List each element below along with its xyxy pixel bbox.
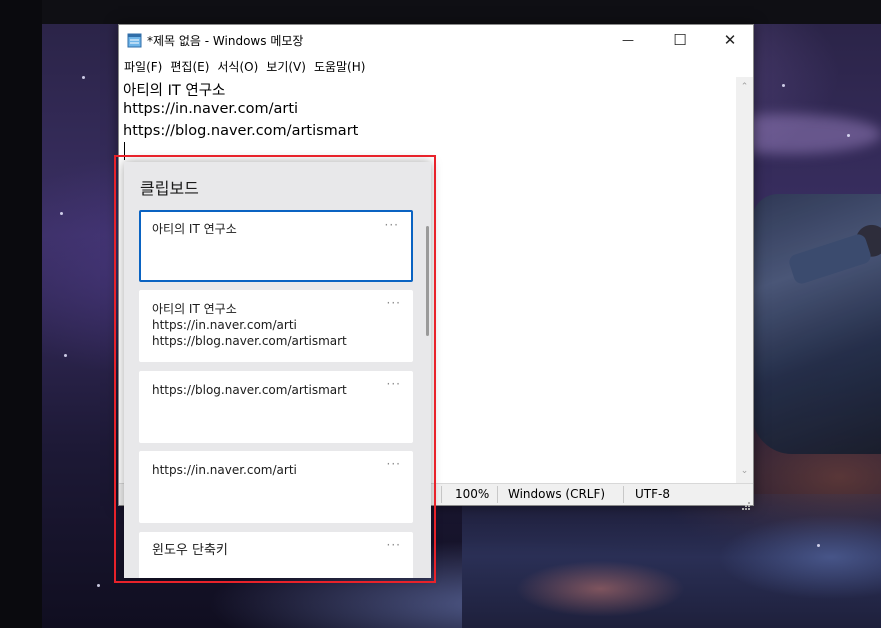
clipboard-item-line: 아티의 IT 연구소 xyxy=(152,302,237,316)
status-divider xyxy=(497,486,498,503)
clipboard-item[interactable]: https://blog.naver.com/artismart ··· xyxy=(139,371,413,443)
clipboard-item-line: https://in.naver.com/arti xyxy=(152,318,297,332)
clipboard-item[interactable]: 윈도우 단축키 ··· xyxy=(139,532,413,578)
status-encoding: UTF-8 xyxy=(635,487,670,501)
minimize-button[interactable]: — xyxy=(605,25,651,55)
clipboard-item[interactable]: https://in.naver.com/arti ··· xyxy=(139,451,413,523)
title-bar[interactable]: *제목 없음 - Windows 메모장 — ☐ ✕ xyxy=(119,25,753,55)
status-divider xyxy=(441,486,442,503)
menu-file[interactable]: 파일(F) xyxy=(121,58,165,75)
status-zoom: 100% xyxy=(455,487,490,501)
more-options-icon[interactable]: ··· xyxy=(387,377,401,391)
clipboard-item-line: https://blog.naver.com/artismart xyxy=(152,383,347,397)
wallpaper-star xyxy=(97,584,100,587)
close-button[interactable]: ✕ xyxy=(707,25,753,55)
wallpaper-star xyxy=(82,76,85,79)
more-options-icon[interactable]: ··· xyxy=(387,538,401,552)
close-icon: ✕ xyxy=(723,31,737,49)
clipboard-item-line: 아티의 IT 연구소 xyxy=(152,222,237,236)
editor-line-1: 아티의 IT 연구소 xyxy=(123,83,226,99)
text-caret xyxy=(124,142,125,160)
clipboard-item-text: 아티의 IT 연구소 xyxy=(152,221,237,237)
clipboard-item[interactable]: 아티의 IT 연구소 ··· xyxy=(139,210,413,282)
scroll-up-icon[interactable]: ⌃ xyxy=(740,83,749,92)
clipboard-panel: 클립보드 아티의 IT 연구소 ··· 아티의 IT 연구소 https://i… xyxy=(124,162,431,578)
scroll-down-icon[interactable]: ⌄ xyxy=(740,467,749,476)
more-options-icon[interactable]: ··· xyxy=(387,457,401,471)
wallpaper-star xyxy=(817,544,820,547)
clipboard-title: 클립보드 xyxy=(140,179,199,198)
menu-view[interactable]: 보기(V) xyxy=(263,58,309,75)
clipboard-item[interactable]: 아티의 IT 연구소 https://in.naver.com/arti htt… xyxy=(139,290,413,362)
wallpaper-star xyxy=(847,134,850,137)
screen-top-border xyxy=(0,0,881,24)
resize-grip-icon[interactable] xyxy=(742,495,750,510)
vertical-scrollbar[interactable]: ⌃ ⌄ xyxy=(736,77,753,483)
clipboard-item-line: https://in.naver.com/arti xyxy=(152,463,297,477)
wallpaper-star xyxy=(64,354,67,357)
clipboard-item-text: 아티의 IT 연구소 https://in.naver.com/arti htt… xyxy=(152,301,347,349)
clipboard-item-text: https://blog.naver.com/artismart xyxy=(152,382,347,398)
menu-help[interactable]: 도움말(H) xyxy=(311,58,369,75)
menu-format[interactable]: 서식(O) xyxy=(214,58,261,75)
clipboard-scrollbar-thumb[interactable] xyxy=(426,226,429,336)
editor-line-2: https://in.naver.com/arti xyxy=(123,101,299,117)
menu-bar: 파일(F) 편집(E) 서식(O) 보기(V) 도움말(H) xyxy=(119,55,753,77)
clipboard-item-line: 윈도우 단축키 xyxy=(152,543,228,558)
more-options-icon[interactable]: ··· xyxy=(387,296,401,310)
clipboard-item-line: https://blog.naver.com/artismart xyxy=(152,334,347,348)
notepad-icon xyxy=(127,32,143,48)
minimize-icon: — xyxy=(622,33,634,47)
wallpaper-rubble xyxy=(462,494,881,628)
wallpaper-star xyxy=(60,212,63,215)
status-line-ending: Windows (CRLF) xyxy=(508,487,606,501)
more-options-icon[interactable]: ··· xyxy=(385,218,399,232)
status-divider xyxy=(623,486,624,503)
maximize-icon: ☐ xyxy=(673,31,687,49)
clipboard-item-text: 윈도우 단축키 xyxy=(152,543,228,559)
clipboard-item-text: https://in.naver.com/arti xyxy=(152,462,297,478)
menu-edit[interactable]: 편집(E) xyxy=(167,58,212,75)
screen-left-border xyxy=(0,0,42,628)
window-title: *제목 없음 - Windows 메모장 xyxy=(147,34,304,48)
maximize-button[interactable]: ☐ xyxy=(657,25,703,55)
editor-line-3: https://blog.naver.com/artismart xyxy=(123,123,359,139)
wallpaper-star xyxy=(782,84,785,87)
wallpaper-robot xyxy=(752,194,881,454)
